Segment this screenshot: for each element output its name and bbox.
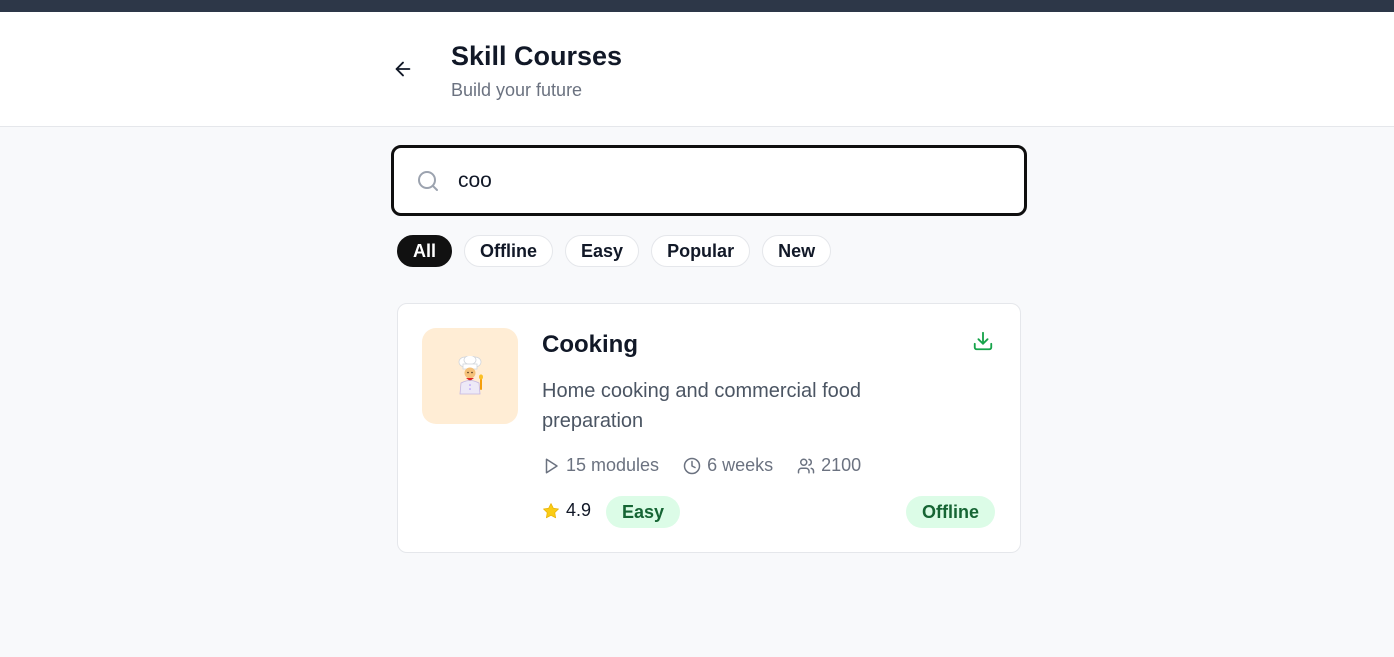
level-badge: Easy — [606, 496, 681, 528]
course-title[interactable]: Cooking — [542, 331, 638, 359]
back-button[interactable] — [387, 56, 419, 82]
page-title: Skill Courses — [451, 41, 623, 71]
modules-count: 15 modules — [542, 455, 659, 476]
learners-text: 2100 — [821, 455, 862, 475]
users-icon — [797, 458, 815, 473]
top-strip — [0, 0, 1394, 12]
mode-badge: Offline — [906, 496, 995, 528]
download-icon — [973, 331, 993, 351]
filter-chip-offline[interactable]: Offline — [464, 235, 554, 267]
modules-text: 15 modules — [566, 455, 660, 475]
chef-icon — [458, 356, 483, 395]
search-input[interactable] — [458, 161, 998, 201]
star-icon — [543, 502, 559, 518]
filter-chip-easy[interactable]: Easy — [565, 235, 640, 267]
course-thumbnail — [422, 328, 518, 424]
course-meta: 15 modules 6 weeks 2100 — [542, 455, 861, 476]
page-subtitle: Build your future — [451, 80, 583, 100]
filter-chip-all[interactable]: All — [397, 235, 453, 267]
course-duration: 6 weeks — [683, 455, 773, 476]
search-icon — [418, 171, 438, 191]
play-icon — [545, 458, 558, 473]
download-button[interactable] — [972, 330, 996, 354]
filter-chips: All Offline Easy Popular New — [397, 235, 832, 267]
filter-chip-new[interactable]: New — [762, 235, 832, 267]
rating-value: 4.9 — [566, 500, 592, 520]
filter-chip-popular[interactable]: Popular — [651, 235, 751, 267]
arrow-left-icon — [395, 61, 411, 77]
course-description: Home cooking and commercial food prepara… — [542, 380, 862, 432]
page-header: Skill Courses Build your future — [0, 12, 1394, 127]
course-rating: 4.9 — [542, 500, 591, 521]
duration-text: 6 weeks — [707, 455, 774, 475]
learners-count: 2100 — [797, 455, 861, 476]
course-card[interactable]: Cooking Home cooking and commercial food… — [397, 303, 1021, 553]
clock-icon — [683, 457, 701, 474]
search-box[interactable] — [391, 145, 1027, 216]
